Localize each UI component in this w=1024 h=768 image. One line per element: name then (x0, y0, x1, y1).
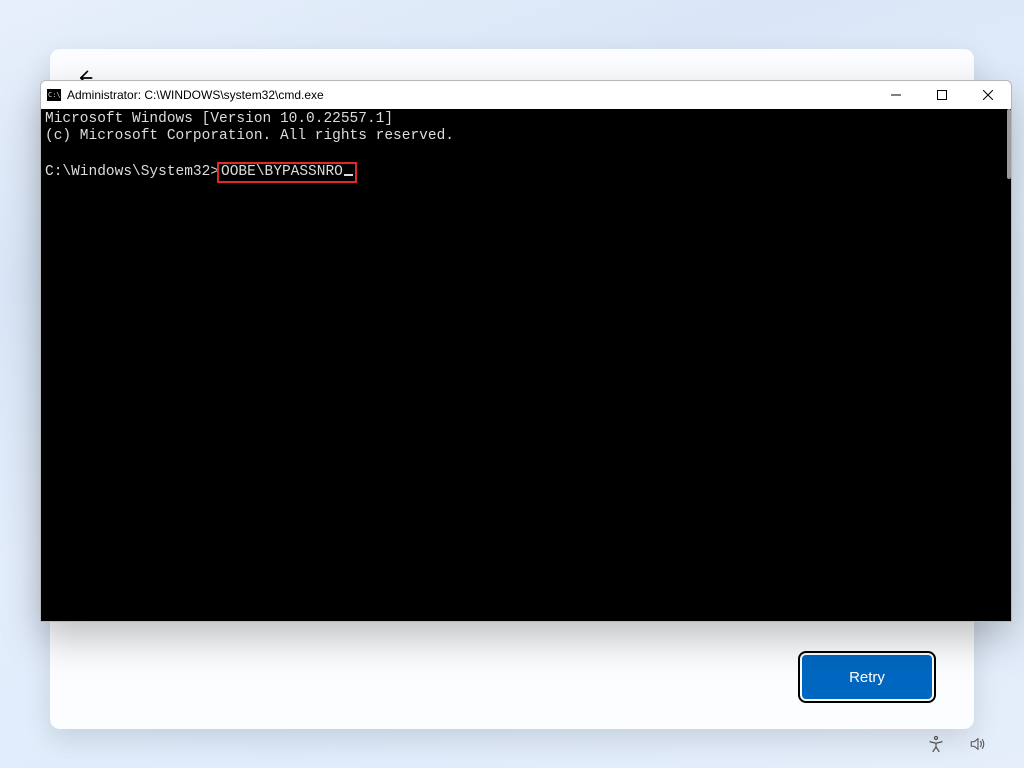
terminal-prompt: C:\Windows\System32> (45, 164, 219, 180)
terminal-line: (c) Microsoft Corporation. All rights re… (45, 128, 454, 144)
cursor-icon (344, 174, 353, 176)
window-title: Administrator: C:\WINDOWS\system32\cmd.e… (67, 88, 324, 102)
accessibility-icon (927, 735, 945, 753)
terminal-line: Microsoft Windows [Version 10.0.22557.1] (45, 111, 393, 127)
retry-button[interactable]: Retry (802, 655, 932, 699)
maximize-icon (937, 90, 947, 100)
terminal[interactable]: Microsoft Windows [Version 10.0.22557.1]… (41, 109, 1011, 621)
highlighted-command: OOBE\BYPASSNRO (217, 162, 357, 183)
maximize-button[interactable] (919, 81, 965, 109)
close-button[interactable] (965, 81, 1011, 109)
accessibility-button[interactable] (926, 734, 946, 754)
volume-icon (969, 735, 987, 753)
minimize-icon (891, 90, 901, 100)
titlebar[interactable]: Administrator: C:\WINDOWS\system32\cmd.e… (41, 81, 1011, 109)
system-tray (926, 734, 988, 754)
minimize-button[interactable] (873, 81, 919, 109)
cmd-icon (47, 89, 61, 101)
cmd-window: Administrator: C:\WINDOWS\system32\cmd.e… (40, 80, 1012, 622)
close-icon (983, 90, 993, 100)
terminal-command: OOBE\BYPASSNRO (221, 164, 343, 180)
volume-button[interactable] (968, 734, 988, 754)
scrollbar-thumb[interactable] (1007, 109, 1011, 179)
